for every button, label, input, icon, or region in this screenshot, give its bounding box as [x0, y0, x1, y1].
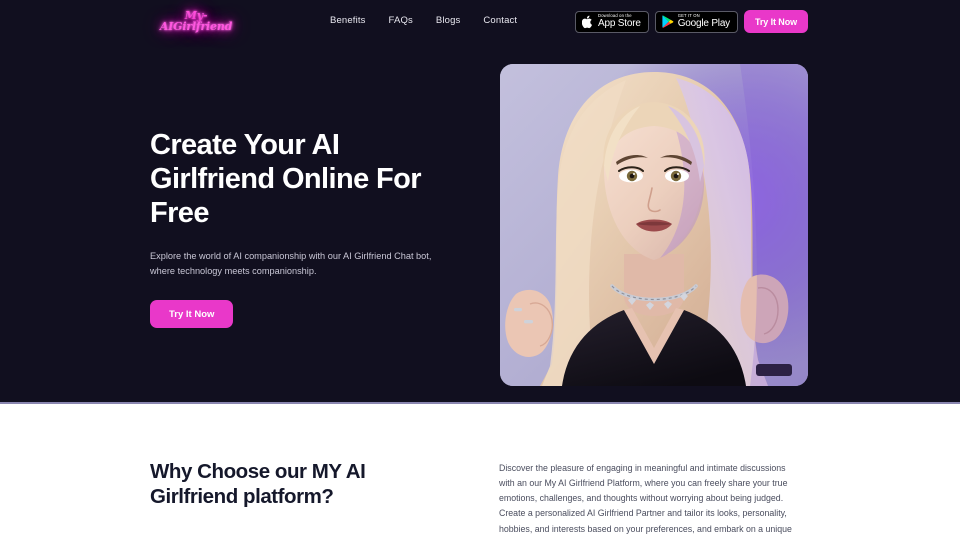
- site-header: My- AIGirlfriend Benefits FAQs Blogs Con…: [0, 0, 960, 44]
- nav-item-faqs[interactable]: FAQs: [389, 15, 413, 26]
- hero-portrait-image: [500, 64, 808, 386]
- hero-copy: Create Your AI Girlfriend Online For Fre…: [150, 128, 450, 329]
- about-section: Why Choose our MY AI Girlfriend platform…: [0, 406, 960, 540]
- header-try-it-now-button[interactable]: Try It Now: [743, 10, 808, 33]
- google-play-badge[interactable]: GET IT ON Google Play: [654, 10, 738, 33]
- google-play-icon: [662, 15, 674, 28]
- header-actions: Download on the App Store GET IT ON Goog…: [575, 10, 808, 33]
- about-body: Discover the pleasure of engaging in mea…: [499, 463, 792, 540]
- hero-section: My- AIGirlfriend Benefits FAQs Blogs Con…: [0, 0, 960, 404]
- nav-item-benefits[interactable]: Benefits: [330, 15, 366, 26]
- apple-icon: [582, 15, 594, 29]
- about-title: Why Choose our MY AI Girlfriend platform…: [150, 460, 366, 508]
- nav-item-blogs[interactable]: Blogs: [436, 15, 461, 26]
- app-store-badge-large: App Store: [598, 18, 641, 30]
- landing-page: My- AIGirlfriend Benefits FAQs Blogs Con…: [0, 0, 960, 540]
- brand-logo[interactable]: My- AIGirlfriend: [160, 5, 232, 37]
- hero-title: Create Your AI Girlfriend Online For Fre…: [150, 129, 422, 230]
- nav-item-contact[interactable]: Contact: [483, 15, 517, 26]
- hero-try-it-now-button[interactable]: Try It Now: [150, 300, 234, 329]
- brand-logo-line-2: AIGirlfriend: [159, 20, 233, 33]
- google-play-badge-large: Google Play: [677, 18, 730, 30]
- hero-subtitle: Explore the world of AI companionship wi…: [150, 250, 432, 276]
- google-play-badge-text: GET IT ON Google Play: [677, 13, 730, 30]
- app-store-badge[interactable]: Download on the App Store: [575, 10, 649, 33]
- main-navigation: Benefits FAQs Blogs Contact: [330, 15, 517, 26]
- app-store-badge-text: Download on the App Store: [598, 13, 641, 30]
